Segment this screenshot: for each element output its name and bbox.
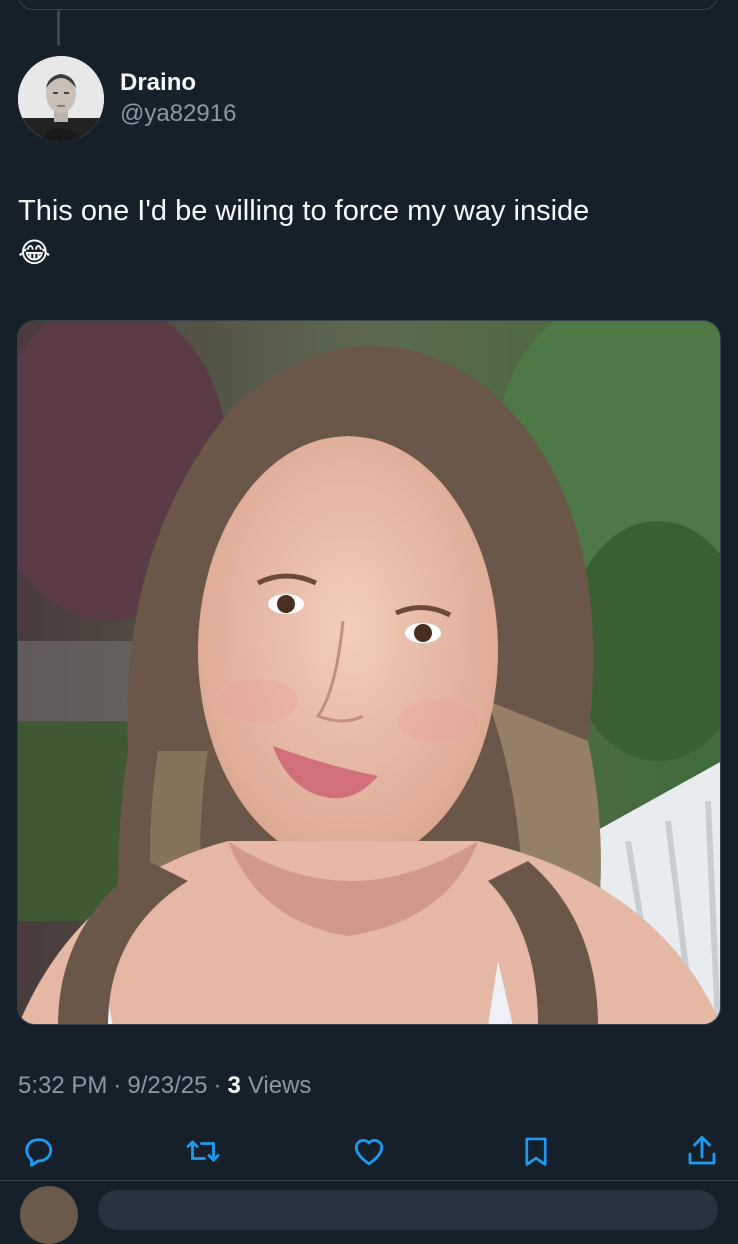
tweet-date[interactable]: 9/23/25 bbox=[127, 1068, 207, 1104]
bookmark-icon bbox=[525, 1137, 547, 1166]
tweet-media[interactable] bbox=[17, 320, 721, 1025]
tweet-meta: 5:32 PM · 9/23/25 · 3 Views bbox=[18, 1068, 311, 1104]
reply-input[interactable] bbox=[98, 1190, 718, 1230]
share-button[interactable] bbox=[682, 1128, 722, 1174]
retweet-button[interactable] bbox=[183, 1128, 223, 1174]
heart-icon bbox=[354, 1139, 384, 1166]
meta-separator: · bbox=[213, 1072, 222, 1099]
views-label[interactable]: Views bbox=[248, 1068, 312, 1104]
like-button[interactable] bbox=[349, 1128, 389, 1174]
avatar[interactable] bbox=[18, 56, 104, 142]
thread-connector-line bbox=[57, 10, 60, 46]
user-handle[interactable]: @ya82916 bbox=[120, 98, 236, 130]
tweet-text: This one I'd be willing to force my way … bbox=[18, 192, 718, 272]
reply-avatar[interactable] bbox=[20, 1186, 78, 1244]
tweet-time[interactable]: 5:32 PM bbox=[18, 1068, 107, 1104]
tweet-actions bbox=[0, 1128, 738, 1174]
emoji-laughing: 😂 bbox=[18, 237, 51, 268]
reply-button[interactable] bbox=[18, 1128, 58, 1174]
divider bbox=[0, 1180, 738, 1181]
bookmark-button[interactable] bbox=[516, 1128, 556, 1174]
avatar-photo-icon bbox=[18, 56, 104, 142]
share-icon bbox=[688, 1136, 716, 1165]
quoted-card-edge[interactable] bbox=[18, 0, 718, 10]
tweet-text-body: This one I'd be willing to force my way … bbox=[18, 195, 590, 227]
retweet-icon bbox=[186, 1140, 220, 1162]
views-count[interactable]: 3 bbox=[227, 1068, 240, 1104]
tweet-header: Draino @ya82916 bbox=[18, 56, 236, 142]
photo-image-icon bbox=[18, 321, 720, 1024]
reply-icon bbox=[25, 1138, 53, 1167]
meta-separator: · bbox=[113, 1072, 122, 1099]
display-name[interactable]: Draino bbox=[120, 68, 236, 98]
